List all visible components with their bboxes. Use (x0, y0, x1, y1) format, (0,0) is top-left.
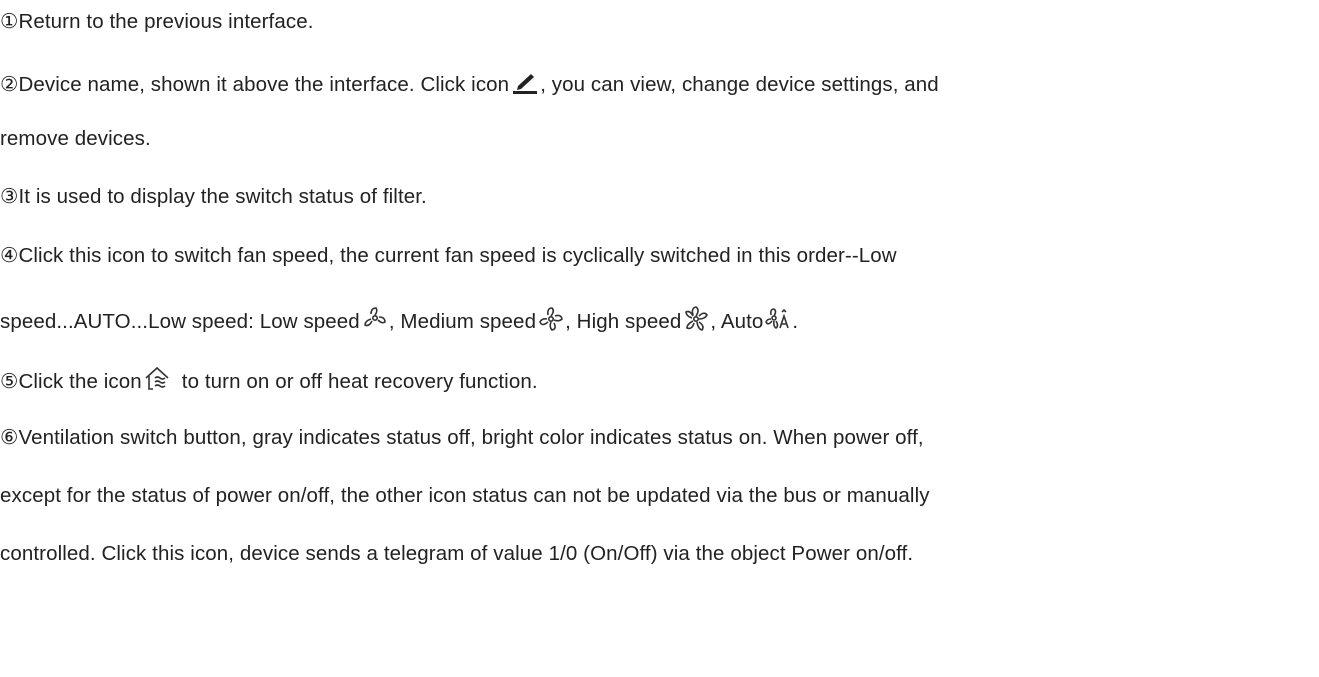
item-6-line-3: controlled. Click this icon, device send… (0, 542, 914, 565)
item-2-line-2: remove devices. (0, 127, 151, 150)
item-4-text-b: speed...AUTO...Low speed: Low speed (0, 310, 360, 333)
instruction-document: ①Return to the previous interface. ②Devi… (0, 0, 1319, 677)
item-6-line-2: except for the status of power on/off, t… (0, 484, 930, 507)
fan-medium-speed-icon (538, 306, 564, 332)
fan-auto-icon (765, 306, 791, 332)
pencil-edit-icon (511, 69, 539, 95)
item-6-line-1: ⑥Ventilation switch button, gray indicat… (0, 426, 924, 449)
item-4-text-e: , Auto (710, 310, 764, 333)
item-4-text-f: . (792, 310, 799, 333)
item-5-line: ⑤Click the icon to turn on or off heat re… (0, 366, 538, 394)
item-2-text-b: , you can view, change device settings, … (540, 73, 939, 96)
item-5-text-b: to turn on or off heat recovery function… (181, 370, 538, 393)
item-4-line-2: speed...AUTO...Low speed: Low speed , Med… (0, 306, 798, 334)
item-3-text: ③It is used to display the switch status… (0, 185, 427, 208)
item-4-line-1: ④Click this icon to switch fan speed, th… (0, 244, 897, 267)
item-2-line-1: ②Device name, shown it above the interfa… (0, 69, 939, 97)
item-2-text-a: ②Device name, shown it above the interfa… (0, 73, 510, 96)
item-4-text-d: , High speed (565, 310, 682, 333)
item-1-text: ①Return to the previous interface. (0, 10, 314, 33)
item-4-text-c: , Medium speed (388, 310, 537, 333)
fan-low-speed-icon (362, 306, 388, 332)
fan-high-speed-icon (683, 306, 709, 332)
item-5-text-a: ⑤Click the icon (0, 370, 142, 393)
heat-recovery-icon (144, 366, 170, 392)
